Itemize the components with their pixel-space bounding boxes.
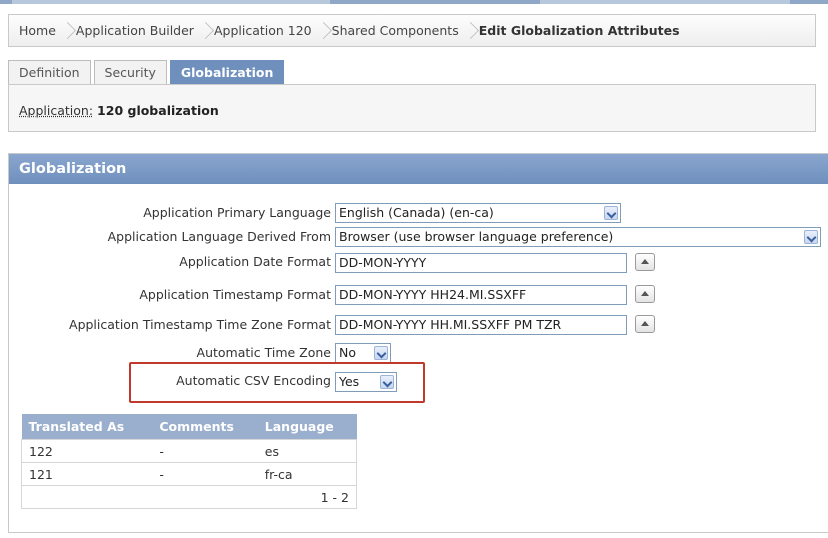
cell-language: es — [257, 439, 357, 463]
cell-comments: - — [152, 462, 258, 486]
table-row[interactable]: 121 - fr-ca — [21, 462, 357, 486]
row-timestamp-format: Application Timestamp Format — [0, 284, 331, 306]
date-format-input[interactable]: DD-MON-YYYY — [335, 253, 627, 273]
tab-globalization[interactable]: Globalization — [169, 60, 285, 84]
breadcrumb-application[interactable]: Application 120 — [214, 23, 312, 38]
pagination-row: 1 - 2 — [21, 485, 357, 509]
column-translated-as[interactable]: Translated As — [21, 414, 153, 440]
breadcrumb-shared-components[interactable]: Shared Components — [332, 23, 459, 38]
breadcrumb: Home Application Builder Application 120… — [8, 14, 816, 47]
automatic-time-zone-value: No — [339, 345, 356, 360]
automatic-time-zone-label: Automatic Time Zone — [196, 345, 331, 360]
chevron-right-icon — [465, 20, 473, 42]
row-timestamp-tz-format: Application Timestamp Time Zone Format — [0, 314, 331, 336]
language-derived-from-select[interactable]: Browser (use browser language preference… — [335, 227, 821, 247]
timestamp-tz-format-value: DD-MON-YYYY HH.MI.SSXFF PM TZR — [339, 317, 562, 332]
language-derived-from-value: Browser (use browser language preference… — [339, 229, 614, 244]
chevron-down-icon[interactable] — [604, 206, 618, 220]
tab-security[interactable]: Security — [93, 60, 167, 84]
chevron-right-icon — [62, 20, 70, 42]
cell-translated-as[interactable]: 121 — [21, 462, 153, 486]
breadcrumb-home[interactable]: Home — [19, 23, 56, 38]
pagination-text: 1 - 2 — [21, 485, 357, 509]
timestamp-format-label: Application Timestamp Format — [139, 287, 331, 302]
column-language[interactable]: Language — [257, 414, 357, 440]
breadcrumb-application-builder[interactable]: Application Builder — [76, 23, 194, 38]
caret-up-icon[interactable] — [635, 285, 655, 303]
language-derived-from-label: Application Language Derived From — [107, 229, 331, 244]
top-strip — [0, 0, 828, 4]
cell-language: fr-ca — [257, 462, 357, 486]
date-format-label: Application Date Format — [179, 254, 331, 269]
translations-table: Translated As Comments Language 122 - es… — [21, 414, 357, 509]
primary-language-select[interactable]: English (Canada) (en-ca) — [335, 203, 621, 223]
automatic-time-zone-select[interactable]: No — [335, 343, 391, 363]
row-language-derived-from: Application Language Derived From — [0, 226, 331, 248]
chevron-right-icon — [200, 20, 208, 42]
timestamp-format-value: DD-MON-YYYY HH24.MI.SSXFF — [339, 287, 527, 302]
region-title: Globalization — [9, 154, 828, 184]
application-value: 120 globalization — [97, 103, 219, 118]
row-primary-language: Application Primary Language — [0, 202, 331, 224]
chevron-right-icon — [318, 20, 326, 42]
caret-up-icon[interactable] — [635, 253, 655, 271]
tab-definition[interactable]: Definition — [8, 60, 91, 84]
table-header-row: Translated As Comments Language — [21, 414, 357, 440]
timestamp-tz-format-label: Application Timestamp Time Zone Format — [69, 317, 331, 332]
table-row[interactable]: 122 - es — [21, 439, 357, 463]
caret-up-icon[interactable] — [635, 315, 655, 333]
chevron-down-icon[interactable] — [804, 230, 818, 244]
cell-comments: - — [152, 439, 258, 463]
timestamp-format-input[interactable]: DD-MON-YYYY HH24.MI.SSXFF — [335, 285, 627, 305]
row-automatic-time-zone: Automatic Time Zone — [0, 342, 331, 364]
column-comments[interactable]: Comments — [152, 414, 258, 440]
application-label[interactable]: Application: — [19, 103, 93, 118]
row-date-format: Application Date Format — [0, 251, 331, 273]
breadcrumb-current: Edit Globalization Attributes — [478, 23, 680, 38]
highlight-box — [129, 362, 425, 403]
timestamp-tz-format-input[interactable]: DD-MON-YYYY HH.MI.SSXFF PM TZR — [335, 315, 627, 335]
primary-language-label: Application Primary Language — [143, 205, 331, 220]
tab-bar: Definition Security Globalization — [8, 60, 287, 84]
chevron-down-icon[interactable] — [374, 346, 388, 360]
date-format-value: DD-MON-YYYY — [339, 255, 427, 270]
application-info: Application: 120 globalization — [8, 84, 816, 132]
cell-translated-as[interactable]: 122 — [21, 439, 153, 463]
primary-language-value: English (Canada) (en-ca) — [339, 205, 494, 220]
